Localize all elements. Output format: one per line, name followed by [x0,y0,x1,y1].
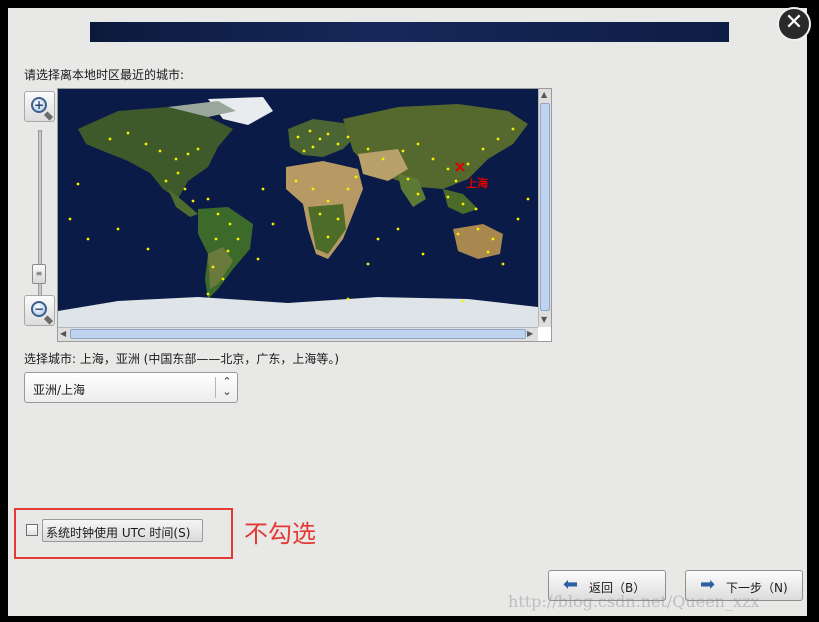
world-map[interactable]: 上海 [58,89,538,327]
zoom-out-icon: − [31,301,47,317]
timezone-select-value: 亚洲/上海 [33,383,86,397]
instruction-label: 请选择离本地时区最近的城市: [24,68,185,82]
close-icon: ✕ [784,10,804,35]
world-map-graphic: 上海 [58,89,538,327]
chevron-updown-icon: ⌃ ⌄ [222,375,232,398]
header-banner [90,22,729,42]
zoom-out-button[interactable]: − [24,295,55,326]
timezone-select[interactable]: 亚洲/上海 ⌃ ⌄ [24,372,238,403]
zoom-slider-thumb[interactable]: ≡ [32,264,46,284]
selected-city-label: 选择城市: 上海，亚洲 (中国东部——北京，广东，上海等。) [24,352,340,366]
installer-window: 请选择离本地时区最近的城市: + ≡ − 上海 ▲ ▼ ◀ ▶ 选择城市: 上海… [8,8,807,616]
close-button[interactable]: ✕ [777,7,811,41]
zoom-in-icon: + [31,97,47,113]
watermark: http://blog.csdn.net/Queen_xzx [508,592,760,611]
timezone-map: 上海 ▲ ▼ ◀ ▶ [57,88,552,342]
annotation-note: 不勾选 [244,520,316,548]
zoom-in-button[interactable]: + [24,91,55,122]
utc-checkbox-label[interactable]: 系统时钟使用 UTC 时间(S) [42,519,203,542]
map-horizontal-scrollbar[interactable]: ◀ ▶ [58,327,538,341]
shanghai-marker-label: 上海 [466,176,488,190]
map-vertical-scrollbar[interactable]: ▲ ▼ [538,89,551,327]
utc-checkbox[interactable] [26,524,38,536]
